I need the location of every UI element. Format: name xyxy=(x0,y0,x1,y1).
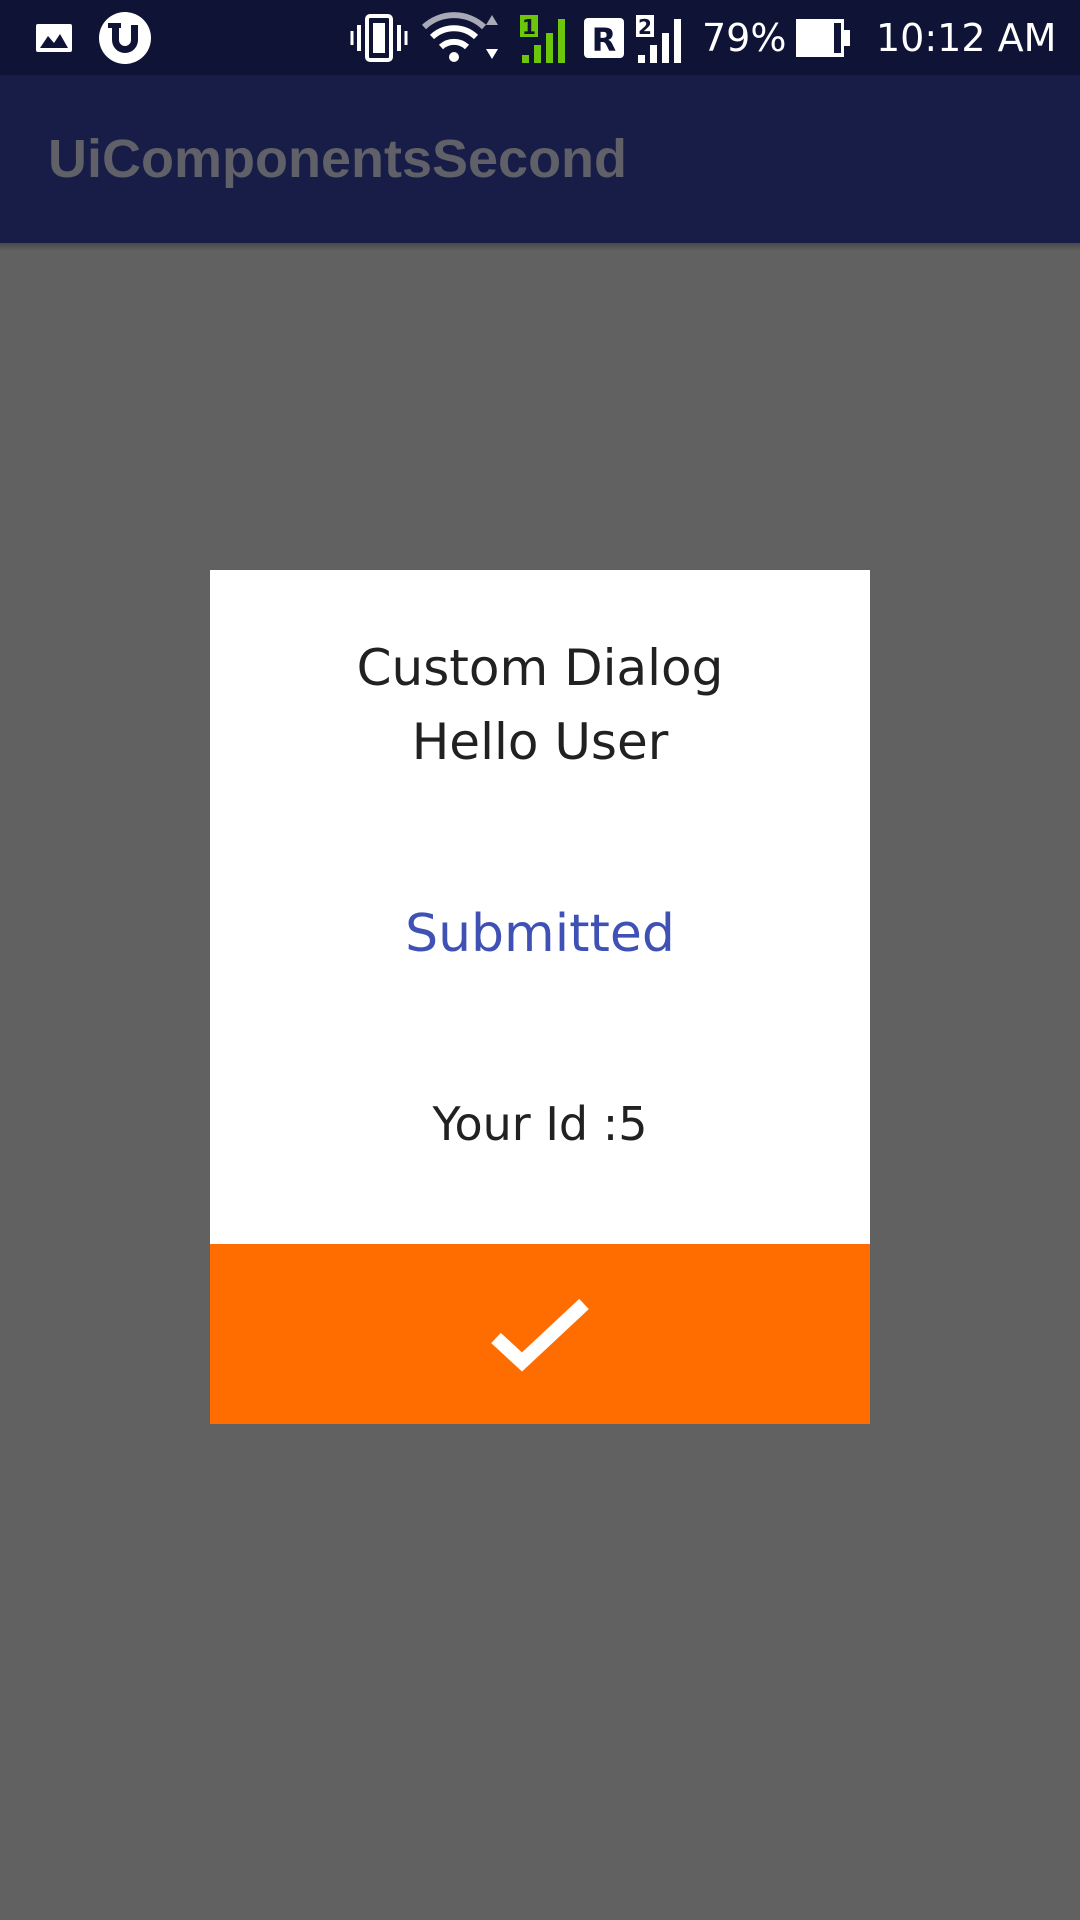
battery-percent-container: 79% xyxy=(702,0,786,75)
signal-sim1-icon: 1 xyxy=(518,0,572,75)
submitted-status: Submitted xyxy=(405,904,675,964)
battery-percent: 79% xyxy=(702,15,787,60)
gallery-icon xyxy=(34,0,74,75)
utorrent-icon xyxy=(98,0,152,75)
wifi-icon xyxy=(422,0,502,75)
app-bar-shadow xyxy=(0,243,1080,251)
battery-icon xyxy=(794,0,854,75)
status-bar: 1 R 2 79% 10:12 AM xyxy=(0,0,1080,75)
confirm-button[interactable] xyxy=(210,1244,870,1424)
dialog-greeting: Hello User xyxy=(411,713,669,771)
signal-sim2-icon: 2 xyxy=(634,0,688,75)
sim1-label: 1 xyxy=(522,15,536,39)
clock-container: 10:12 AM xyxy=(876,0,1056,75)
roaming-label: R xyxy=(592,21,617,59)
vibrate-icon xyxy=(350,0,408,75)
sim2-label: 2 xyxy=(638,15,652,39)
clock: 10:12 AM xyxy=(876,15,1057,60)
dialog-title: Custom Dialog xyxy=(356,639,724,697)
roaming-icon: R xyxy=(582,0,626,75)
app-title: UiComponentsSecond xyxy=(48,129,628,189)
checkmark-icon xyxy=(491,1298,589,1372)
app-bar: UiComponentsSecond xyxy=(0,75,1080,243)
user-id-text: Your Id :5 xyxy=(432,1097,648,1151)
